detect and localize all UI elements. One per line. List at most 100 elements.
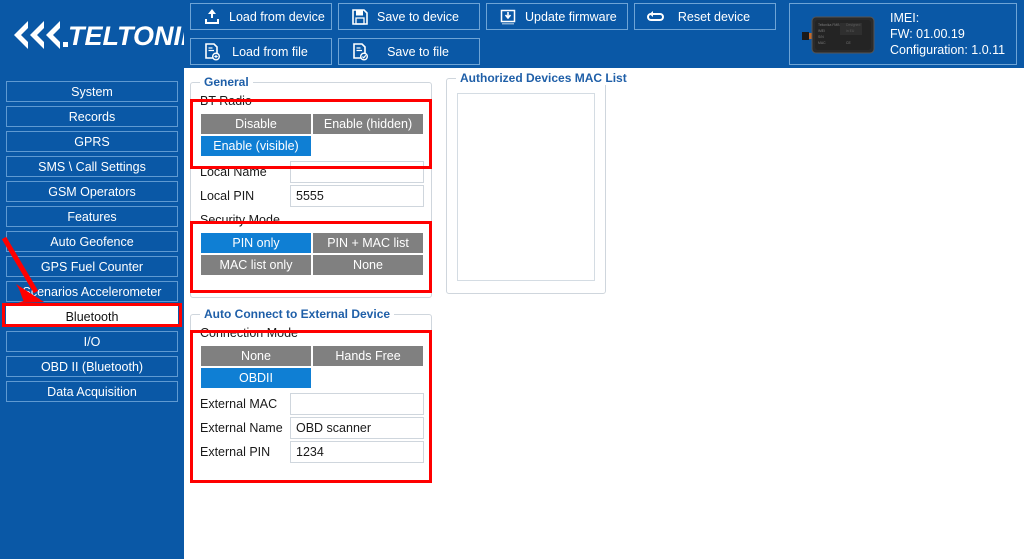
load-from-file-button[interactable]: Load from file: [190, 38, 332, 65]
segment-label: Hands Free: [335, 349, 400, 363]
segment-label: Enable (visible): [213, 139, 298, 153]
update-firmware-label: Update firmware: [525, 10, 631, 24]
segment-label: None: [241, 349, 271, 363]
segment-label: PIN only: [232, 236, 279, 250]
sidebar-item-label: Auto Geofence: [50, 235, 133, 249]
document-save-icon: [349, 41, 371, 63]
sidebar-item-label: I/O: [84, 335, 101, 349]
save-to-device-button[interactable]: Save to device: [338, 3, 480, 30]
segment-label: PIN + MAC list: [327, 236, 409, 250]
sidebar-item-io[interactable]: I/O: [6, 331, 178, 352]
sidebar-item-gps-fuel-counter[interactable]: GPS Fuel Counter: [6, 256, 178, 277]
external-name-label: External Name: [200, 421, 290, 435]
svg-text:MAC: MAC: [818, 41, 826, 45]
external-mac-label: External MAC: [200, 397, 290, 411]
segment-label: OBDII: [239, 371, 273, 385]
firmware-download-icon: [497, 6, 519, 28]
external-name-input[interactable]: OBD scanner: [290, 417, 424, 439]
sidebar-item-features[interactable]: Features: [6, 206, 178, 227]
sidebar-item-gprs[interactable]: GPRS: [6, 131, 178, 152]
sidebar-item-obd-ii-bluetooth[interactable]: OBD II (Bluetooth): [6, 356, 178, 377]
sidebar-item-bluetooth[interactable]: Bluetooth: [6, 306, 178, 327]
external-pin-row: External PIN 1234: [200, 441, 424, 463]
save-to-file-label: Save to file: [377, 45, 473, 59]
settings-content-pane: General BT Radio Disable Enable (hidden)…: [184, 68, 1024, 559]
imei-label: IMEI:: [890, 10, 1005, 26]
sidebar-item-scenarios-accelerometer[interactable]: Scenarios Accelerometer: [6, 281, 178, 302]
segment-label: Disable: [235, 117, 277, 131]
upload-to-tray-icon: [201, 6, 223, 28]
security-mode-option-mac-list-only[interactable]: MAC list only: [200, 254, 312, 276]
load-from-device-button[interactable]: Load from device: [190, 3, 332, 30]
reset-device-label: Reset device: [673, 10, 769, 24]
sidebar-item-label: System: [71, 85, 113, 99]
svg-text:CE: CE: [846, 41, 851, 45]
bt-radio-option-enable-visible[interactable]: Enable (visible): [200, 135, 312, 157]
connection-mode-option-obdii[interactable]: OBDII: [200, 367, 312, 389]
bt-radio-option-disable[interactable]: Disable: [200, 113, 312, 135]
auto-connect-group: Auto Connect to External Device Connecti…: [190, 314, 432, 482]
security-mode-option-pin-mac-list[interactable]: PIN + MAC list: [312, 232, 424, 254]
local-pin-input[interactable]: 5555: [290, 185, 424, 207]
load-from-file-label: Load from file: [229, 45, 325, 59]
reset-loop-icon: [645, 6, 667, 28]
external-mac-input[interactable]: [290, 393, 424, 415]
authorized-devices-mac-list-group: Authorized Devices MAC List: [446, 78, 606, 294]
mac-list-box[interactable]: [457, 93, 595, 281]
sidebar-item-label: Scenarios Accelerometer: [23, 285, 162, 299]
connection-mode-label: Connection Mode: [200, 326, 298, 340]
sidebar-item-label: Bluetooth: [66, 310, 119, 324]
save-to-file-button[interactable]: Save to file: [338, 38, 480, 65]
external-name-row: External Name OBD scanner: [200, 417, 424, 439]
svg-text:IMEI: IMEI: [818, 29, 825, 33]
sidebar-item-auto-geofence[interactable]: Auto Geofence: [6, 231, 178, 252]
sidebar-item-label: SMS \ Call Settings: [38, 160, 146, 174]
sidebar-item-gsm-operators[interactable]: GSM Operators: [6, 181, 178, 202]
device-info-panel: Teltonika FMB IMEI S/N MAC Designed in E…: [789, 3, 1017, 65]
load-from-device-label: Load from device: [229, 10, 339, 24]
local-pin-label: Local PIN: [200, 189, 290, 203]
auto-connect-group-title: Auto Connect to External Device: [200, 307, 394, 321]
device-info-text: IMEI: FW: 01.00.19 Configuration: 1.0.11: [890, 10, 1005, 58]
sidebar-item-label: GSM Operators: [48, 185, 136, 199]
firmware-version: FW: 01.00.19: [890, 26, 1005, 42]
sidebar-item-records[interactable]: Records: [6, 106, 178, 127]
sidebar-item-label: GPRS: [74, 135, 109, 149]
sidebar-item-data-acquisition[interactable]: Data Acquisition: [6, 381, 178, 402]
connection-mode-option-hands-free[interactable]: Hands Free: [312, 345, 424, 367]
local-name-label: Local Name: [200, 165, 290, 179]
mac-list-group-title: Authorized Devices MAC List: [456, 71, 631, 85]
teltonika-logo: TELTONIKA: [8, 14, 184, 56]
svg-text:Teltonika FMB: Teltonika FMB: [818, 23, 840, 27]
local-name-input[interactable]: [290, 161, 424, 183]
logo-wordmark: TELTONIKA: [68, 21, 184, 51]
security-mode-option-pin-only[interactable]: PIN only: [200, 232, 312, 254]
sidebar-item-label: GPS Fuel Counter: [41, 260, 143, 274]
device-photo: Teltonika FMB IMEI S/N MAC Designed in E…: [796, 9, 882, 59]
general-group: General BT Radio Disable Enable (hidden)…: [190, 82, 432, 298]
configuration-version: Configuration: 1.0.11: [890, 42, 1005, 58]
external-pin-label: External PIN: [200, 445, 290, 459]
security-mode-option-none[interactable]: None: [312, 254, 424, 276]
general-group-title: General: [200, 75, 253, 89]
bt-radio-option-enable-hidden[interactable]: Enable (hidden): [312, 113, 424, 135]
reset-device-button[interactable]: Reset device: [634, 3, 776, 30]
update-firmware-button[interactable]: Update firmware: [486, 3, 628, 30]
sidebar-nav: System Records GPRS SMS \ Call Settings …: [0, 68, 184, 559]
document-load-icon: [201, 41, 223, 63]
sidebar-item-system[interactable]: System: [6, 81, 178, 102]
sidebar-item-label: Records: [69, 110, 116, 124]
segment-label: Enable (hidden): [324, 117, 412, 131]
external-pin-input[interactable]: 1234: [290, 441, 424, 463]
sidebar-item-sms-call-settings[interactable]: SMS \ Call Settings: [6, 156, 178, 177]
segment-label: None: [353, 258, 383, 272]
external-mac-row: External MAC: [200, 393, 424, 415]
segment-label: MAC list only: [220, 258, 293, 272]
teltonika-configurator-window: TELTONIKA Load from device: [0, 0, 1024, 559]
sidebar-item-label: Data Acquisition: [47, 385, 137, 399]
bt-radio-label: BT Radio: [200, 94, 252, 108]
floppy-disk-icon: [349, 6, 371, 28]
sidebar-item-label: OBD II (Bluetooth): [41, 360, 143, 374]
security-mode-label: Security Mode: [200, 213, 280, 227]
connection-mode-option-none[interactable]: None: [200, 345, 312, 367]
